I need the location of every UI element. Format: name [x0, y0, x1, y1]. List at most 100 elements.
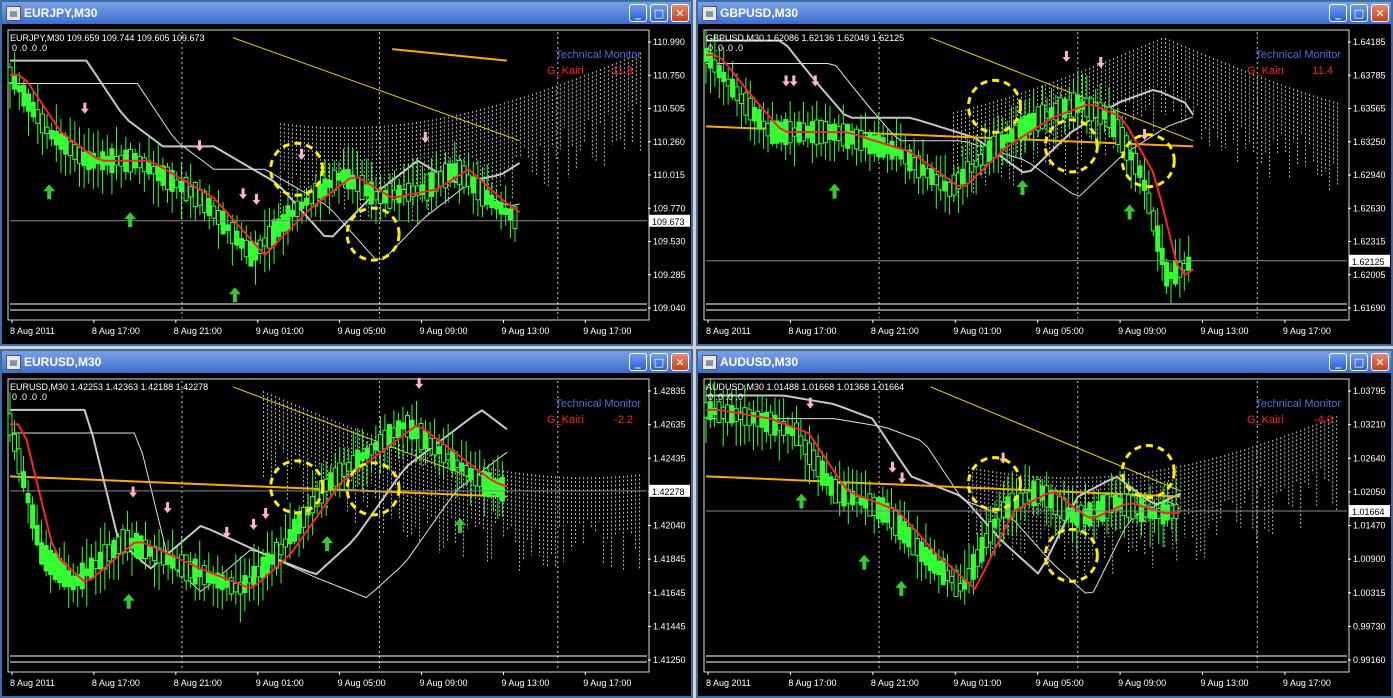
chart-header-ohlc: GBPUSD,M30 1.62086 1.62136 1.62049 1.621…: [706, 33, 904, 43]
y-axis-label: 1.00900: [1353, 554, 1386, 564]
minimize-button[interactable]: _: [1329, 353, 1347, 371]
x-axis-label: 9 Aug 01:00: [256, 326, 304, 336]
close-button[interactable]: ✕: [1371, 4, 1389, 22]
technical-monitor-title: Technical Monitor: [555, 398, 641, 410]
candle-body: [452, 163, 458, 177]
x-axis-label: 9 Aug 05:00: [338, 326, 386, 336]
y-axis-label: 1.01470: [1353, 521, 1386, 531]
candle-body: [733, 408, 739, 422]
candle-body: [973, 160, 979, 168]
candle-body: [854, 128, 860, 150]
maximize-button[interactable]: □: [1350, 4, 1368, 22]
candle-body: [871, 135, 877, 154]
x-axis-label: 8 Aug 21:00: [174, 678, 222, 688]
candle-body: [48, 549, 54, 575]
candle-body: [975, 549, 981, 567]
chart-window-gbpusd[interactable]: ▤ GBPUSD,M30 _ □ ✕ GBPUSD,M30 1.62086 1.…: [696, 0, 1393, 346]
candle-body: [725, 78, 731, 87]
candle-body: [63, 135, 69, 155]
chart-window-audusd[interactable]: ▤ AUDUSD,M30 _ □ ✕ AUDUSD,M30 1.01488 1.…: [696, 349, 1393, 698]
y-axis-label: 1.02050: [1353, 487, 1386, 497]
candle-body: [466, 174, 472, 188]
candle-body: [266, 225, 272, 249]
candle-body: [1141, 179, 1147, 191]
maximize-button[interactable]: □: [650, 353, 668, 371]
minimize-button[interactable]: _: [1329, 4, 1347, 22]
window-titlebar[interactable]: ▤ EURJPY,M30 _ □ ✕: [2, 2, 691, 24]
maximize-button[interactable]: □: [1350, 353, 1368, 371]
candle-body: [224, 580, 230, 588]
candle-body: [39, 113, 45, 134]
candle-body: [503, 207, 509, 215]
candle-body: [1097, 102, 1103, 125]
candle-body: [285, 205, 291, 232]
candle-body: [911, 157, 917, 171]
candle-body: [798, 435, 804, 446]
y-axis-label: 110.990: [653, 37, 685, 47]
window-titlebar[interactable]: ▤ EURUSD,M30 _ □ ✕: [2, 351, 691, 373]
g-kairi-label: G_Kairi: [547, 414, 584, 426]
candle-body: [944, 570, 950, 582]
candle-body: [178, 180, 184, 193]
candle-body: [947, 181, 953, 197]
candle-body: [273, 542, 279, 569]
candle-body: [378, 191, 384, 204]
minimize-button[interactable]: _: [629, 353, 647, 371]
candle-body: [16, 85, 22, 93]
window-titlebar[interactable]: ▤ GBPUSD,M30 _ □ ✕: [698, 2, 1391, 24]
candle-body: [336, 172, 342, 181]
candle-body: [438, 170, 444, 187]
y-axis-label: 1.42435: [653, 453, 686, 463]
candle-body: [995, 131, 1001, 156]
window-titlebar[interactable]: ▤ AUDUSD,M30 _ □ ✕: [698, 351, 1391, 373]
candle-body: [264, 552, 270, 575]
chart-window-eurusd[interactable]: ▤ EURUSD,M30 _ □ ✕ EURUSD,M30 1.42253 1.…: [0, 349, 693, 698]
x-axis-label: 9 Aug 05:00: [1036, 326, 1084, 336]
close-button[interactable]: ✕: [1371, 353, 1389, 371]
candle-body: [179, 554, 185, 578]
candle-body: [1057, 97, 1063, 123]
candle-body: [276, 218, 282, 237]
candle-body: [331, 169, 337, 192]
price-chart[interactable]: EURJPY,M30 109.659 109.744 109.605 109.6…: [2, 24, 691, 344]
candle-body: [463, 465, 469, 477]
candle-body: [26, 93, 32, 112]
candle-body: [1124, 135, 1130, 161]
y-axis-label: 1.42835: [653, 386, 686, 396]
candle-body: [120, 529, 126, 554]
x-axis-label: 9 Aug 09:00: [1118, 326, 1166, 336]
candle-body: [44, 126, 50, 134]
candle-body: [373, 441, 379, 451]
candle-body: [897, 515, 903, 540]
y-axis-label: 1.41250: [653, 655, 686, 665]
candle-body: [359, 452, 365, 461]
minimize-button[interactable]: _: [629, 4, 647, 22]
price-chart[interactable]: AUDUSD,M30 1.01488 1.01668 1.01368 1.016…: [698, 373, 1391, 696]
candle-body: [493, 200, 499, 210]
candle-body: [477, 475, 483, 487]
candle-body: [475, 177, 481, 201]
candle-body: [743, 92, 749, 116]
y-axis-label: 1.62315: [1353, 237, 1386, 247]
chart-header-zeros: 0 .0 .0 .0: [708, 392, 743, 402]
candle-body: [61, 562, 67, 587]
x-axis-label: 9 Aug 13:00: [501, 326, 549, 336]
price-chart[interactable]: EURUSD,M30 1.42253 1.42363 1.42188 1.422…: [2, 373, 691, 696]
candle-body: [271, 219, 277, 246]
chart-window-eurjpy[interactable]: ▤ EURJPY,M30 _ □ ✕ EURJPY,M30 109.659 10…: [0, 0, 693, 346]
candle-body: [867, 493, 873, 517]
candle-body: [243, 239, 249, 258]
close-button[interactable]: ✕: [671, 4, 689, 22]
candle-body: [278, 543, 284, 556]
candle-body: [39, 542, 45, 565]
candle-body: [242, 575, 248, 593]
candle-body: [902, 149, 908, 165]
candle-body: [234, 230, 240, 246]
close-button[interactable]: ✕: [671, 353, 689, 371]
candle-body: [66, 570, 72, 588]
maximize-button[interactable]: □: [650, 4, 668, 22]
candle-body: [1115, 119, 1121, 146]
price-chart[interactable]: GBPUSD,M30 1.62086 1.62136 1.62049 1.621…: [698, 24, 1391, 344]
candle-body: [364, 184, 370, 197]
x-axis-label: 9 Aug 17:00: [583, 326, 631, 336]
